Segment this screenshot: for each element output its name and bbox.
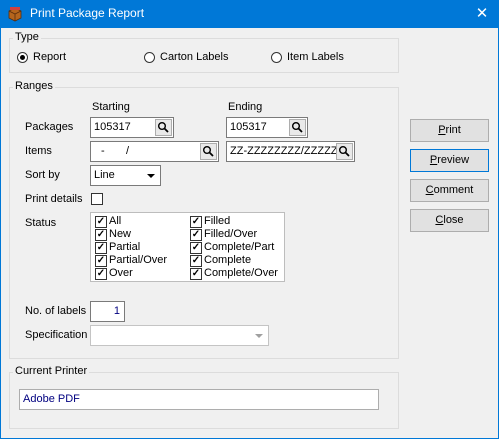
packages-label: Packages bbox=[25, 121, 74, 133]
items-label: Items bbox=[25, 145, 52, 157]
print-button[interactable]: Print bbox=[410, 119, 489, 142]
window-title: Print Package Report bbox=[30, 6, 145, 20]
status-partial-checkbox[interactable]: ✓ bbox=[95, 242, 107, 254]
carton-labels-radio[interactable] bbox=[144, 52, 155, 63]
ranges-group-label: Ranges bbox=[13, 80, 55, 92]
status-filled-checkbox[interactable]: ✓ bbox=[190, 216, 202, 228]
status-new-label: New bbox=[109, 228, 132, 240]
sort-by-value: Line bbox=[94, 169, 115, 181]
status-label: Status bbox=[25, 217, 57, 229]
status-partial-over-checkbox[interactable]: ✓ bbox=[95, 255, 107, 267]
status-complete-part-label: Complete/Part bbox=[204, 241, 275, 253]
package-icon bbox=[8, 7, 22, 22]
status-complete-over-label: Complete/Over bbox=[204, 267, 278, 279]
status-all-checkbox[interactable]: ✓ bbox=[95, 216, 107, 228]
report-radio-label[interactable]: Report bbox=[33, 51, 66, 63]
title-bar: Print Package Report ✕ bbox=[0, 0, 499, 28]
status-all-label: All bbox=[109, 215, 122, 227]
status-complete-checkbox[interactable]: ✓ bbox=[190, 255, 202, 267]
preview-button[interactable]: Preview bbox=[410, 149, 489, 172]
sort-by-label: Sort by bbox=[25, 169, 60, 181]
carton-labels-radio-label[interactable]: Carton Labels bbox=[160, 51, 229, 63]
items-end-value: ZZ-ZZZZZZZZ/ZZZZZZZ bbox=[230, 145, 338, 157]
current-printer-value: Adobe PDF bbox=[23, 393, 80, 405]
packages-start-value: 105317 bbox=[94, 121, 131, 133]
item-labels-radio[interactable] bbox=[271, 52, 282, 63]
type-group-label: Type bbox=[13, 31, 41, 43]
no-of-labels-input[interactable]: 1 bbox=[90, 301, 125, 322]
status-over-label: Over bbox=[109, 267, 133, 279]
search-icon[interactable] bbox=[200, 143, 217, 160]
status-filled-label: Filled bbox=[204, 215, 231, 227]
status-complete-label: Complete bbox=[204, 254, 252, 266]
close-button[interactable]: Close bbox=[410, 209, 489, 232]
comment-button[interactable]: Comment bbox=[410, 179, 489, 202]
print-details-checkbox[interactable] bbox=[91, 193, 103, 205]
status-partial-label: Partial bbox=[109, 241, 141, 253]
items-start-value: - / bbox=[101, 145, 130, 157]
status-over-checkbox[interactable]: ✓ bbox=[95, 268, 107, 280]
status-partial-over-label: Partial/Over bbox=[109, 254, 168, 266]
chevron-down-icon[interactable] bbox=[251, 327, 267, 344]
status-filled-over-checkbox[interactable]: ✓ bbox=[190, 229, 202, 241]
close-icon[interactable]: ✕ bbox=[465, 0, 499, 28]
no-of-labels-label: No. of labels bbox=[25, 305, 87, 317]
search-icon[interactable] bbox=[289, 119, 306, 136]
status-checklist: ✓ All ✓ New ✓ Partial ✓ Partial/Over ✓ O… bbox=[90, 212, 285, 282]
status-complete-over-checkbox[interactable]: ✓ bbox=[190, 268, 202, 280]
report-radio[interactable] bbox=[17, 52, 28, 63]
status-complete-part-checkbox[interactable]: ✓ bbox=[190, 242, 202, 254]
specification-select[interactable] bbox=[90, 325, 269, 346]
specification-label: Specification bbox=[25, 329, 88, 341]
status-new-checkbox[interactable]: ✓ bbox=[95, 229, 107, 241]
packages-end-value: 105317 bbox=[230, 121, 267, 133]
print-details-label: Print details bbox=[25, 193, 83, 205]
item-labels-radio-label[interactable]: Item Labels bbox=[287, 51, 344, 63]
sort-by-select[interactable]: Line bbox=[90, 165, 161, 186]
packages-end-input[interactable]: 105317 bbox=[226, 117, 308, 138]
ending-header: Ending bbox=[228, 101, 263, 113]
current-printer-field: Adobe PDF bbox=[19, 389, 379, 410]
packages-start-input[interactable]: 105317 bbox=[90, 117, 174, 138]
starting-header: Starting bbox=[92, 101, 130, 113]
search-icon[interactable] bbox=[336, 143, 353, 160]
printer-group-label: Current Printer bbox=[13, 365, 90, 377]
items-end-input[interactable]: ZZ-ZZZZZZZZ/ZZZZZZZ bbox=[226, 141, 355, 162]
search-icon[interactable] bbox=[155, 119, 172, 136]
status-filled-over-label: Filled/Over bbox=[204, 228, 258, 240]
items-start-input[interactable]: - / bbox=[90, 141, 219, 162]
chevron-down-icon[interactable] bbox=[143, 167, 159, 184]
no-of-labels-value: 1 bbox=[113, 305, 120, 317]
